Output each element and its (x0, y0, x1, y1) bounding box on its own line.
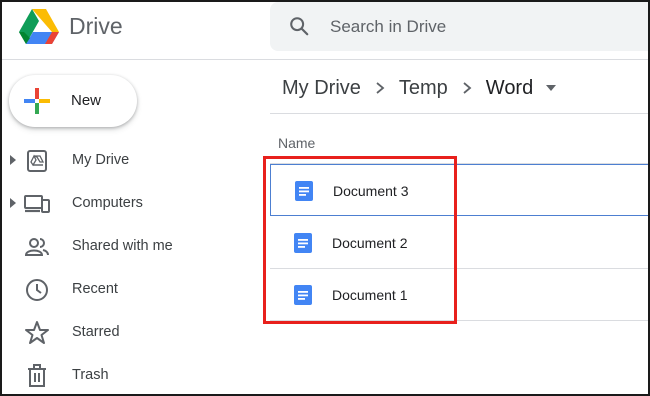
clock-icon (26, 279, 48, 301)
my-drive-icon (27, 150, 47, 172)
new-button[interactable]: New (9, 75, 137, 127)
sidebar-item-recent[interactable]: Recent (0, 269, 250, 309)
app-title: Drive (69, 13, 123, 39)
sidebar-item-label: Shared with me (72, 238, 173, 254)
expand-arrow-icon[interactable] (9, 197, 17, 209)
star-icon (25, 321, 49, 344)
computers-icon (24, 195, 50, 213)
annotation-highlight-box (263, 156, 457, 324)
sidebar-item-label: Computers (72, 195, 143, 211)
sidebar-item-my-drive[interactable]: My Drive (0, 140, 250, 180)
breadcrumb-item-my-drive[interactable]: My Drive (282, 77, 361, 100)
sidebar-item-computers[interactable]: Computers (0, 183, 250, 223)
sidebar-item-shared-with-me[interactable]: Shared with me (0, 226, 250, 266)
new-button-label: New (71, 92, 102, 109)
chevron-right-icon (376, 82, 385, 94)
sidebar-item-starred[interactable]: Starred (0, 312, 250, 352)
search-input[interactable] (330, 15, 630, 39)
sidebar-item-label: Recent (72, 281, 118, 297)
search-bar[interactable] (270, 2, 650, 51)
chevron-right-icon (463, 82, 472, 94)
breadcrumb-item-word[interactable]: Word (486, 77, 533, 100)
trash-icon (28, 364, 46, 387)
search-icon[interactable] (288, 15, 310, 37)
sidebar-item-label: My Drive (72, 152, 130, 168)
plus-icon (24, 88, 50, 114)
breadcrumb: My Drive Temp Word (282, 73, 557, 103)
column-header-name[interactable]: Name (278, 135, 315, 151)
expand-arrow-icon[interactable] (9, 154, 17, 166)
drive-logo-icon[interactable] (18, 8, 60, 46)
sidebar-item-label: Starred (72, 324, 120, 340)
divider (270, 113, 650, 114)
top-bar: Drive (0, 0, 650, 60)
sidebar-item-label: Trash (72, 367, 109, 383)
shared-icon (24, 238, 49, 256)
sidebar-item-trash[interactable]: Trash (0, 355, 250, 395)
chevron-down-icon[interactable] (545, 84, 557, 92)
breadcrumb-item-temp[interactable]: Temp (399, 77, 448, 100)
